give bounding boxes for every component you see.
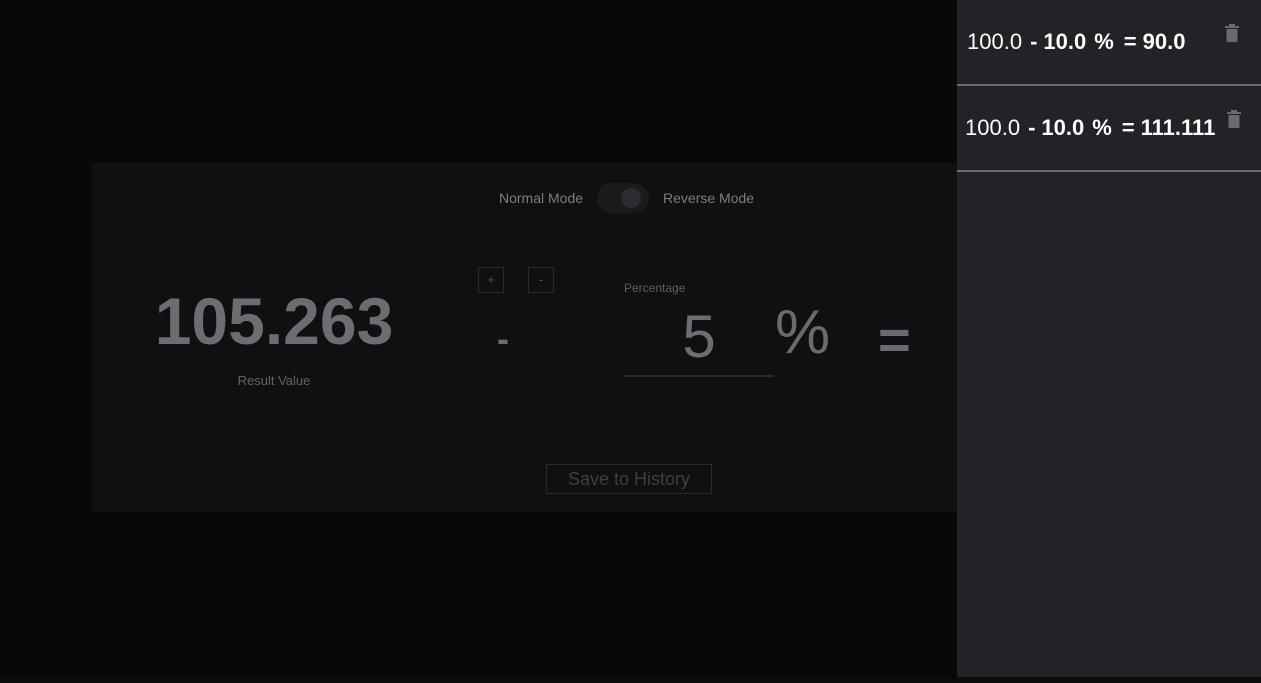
history-percent-sign: % [1094, 29, 1114, 54]
history-item: 100.0 - 10.0 % = 90.0 [957, 0, 1261, 86]
plus-button[interactable]: + [478, 267, 504, 293]
history-item: 100.0 - 10.0 % = 111.111 [957, 86, 1261, 172]
result-value: 105.263 [154, 284, 394, 358]
percent-sign: % [775, 298, 831, 367]
history-base: 100.0 [965, 115, 1021, 140]
trash-icon[interactable] [1225, 24, 1239, 42]
operator-sign: - [497, 318, 509, 359]
percentage-input[interactable] [624, 297, 774, 377]
minus-button[interactable]: - [528, 267, 554, 293]
trash-icon[interactable] [1227, 110, 1241, 128]
history-base: 100.0 [967, 29, 1023, 54]
equals-sign: = [878, 308, 911, 371]
save-to-history-button[interactable]: Save to History [546, 464, 712, 494]
history-operator: - [1028, 115, 1036, 140]
mode-toggle[interactable] [597, 183, 650, 213]
history-equals: = [1121, 115, 1135, 140]
percentage-label: Percentage [624, 281, 686, 295]
toggle-knob [621, 188, 642, 208]
history-result: 90.0 [1142, 29, 1186, 54]
terminal-strip [0, 677, 1261, 683]
history-percentage: 10.0 [1043, 29, 1087, 54]
history-equals: = [1123, 29, 1137, 54]
history-percentage: 10.0 [1041, 115, 1085, 140]
history-panel: 100.0 - 10.0 % = 90.0 100.0 - 10.0 % = 1… [957, 0, 1261, 683]
history-percent-sign: % [1092, 115, 1112, 140]
calculator-panel: Normal Mode Reverse Mode 105.263 Result … [92, 163, 958, 512]
mode-switch-row: Normal Mode Reverse Mode [92, 183, 958, 213]
history-result: 111.111 [1140, 115, 1216, 140]
history-operator: - [1030, 29, 1038, 54]
result-label: Result Value [237, 373, 311, 388]
normal-mode-label: Normal Mode [499, 190, 584, 206]
reverse-mode-label: Reverse Mode [663, 190, 755, 206]
